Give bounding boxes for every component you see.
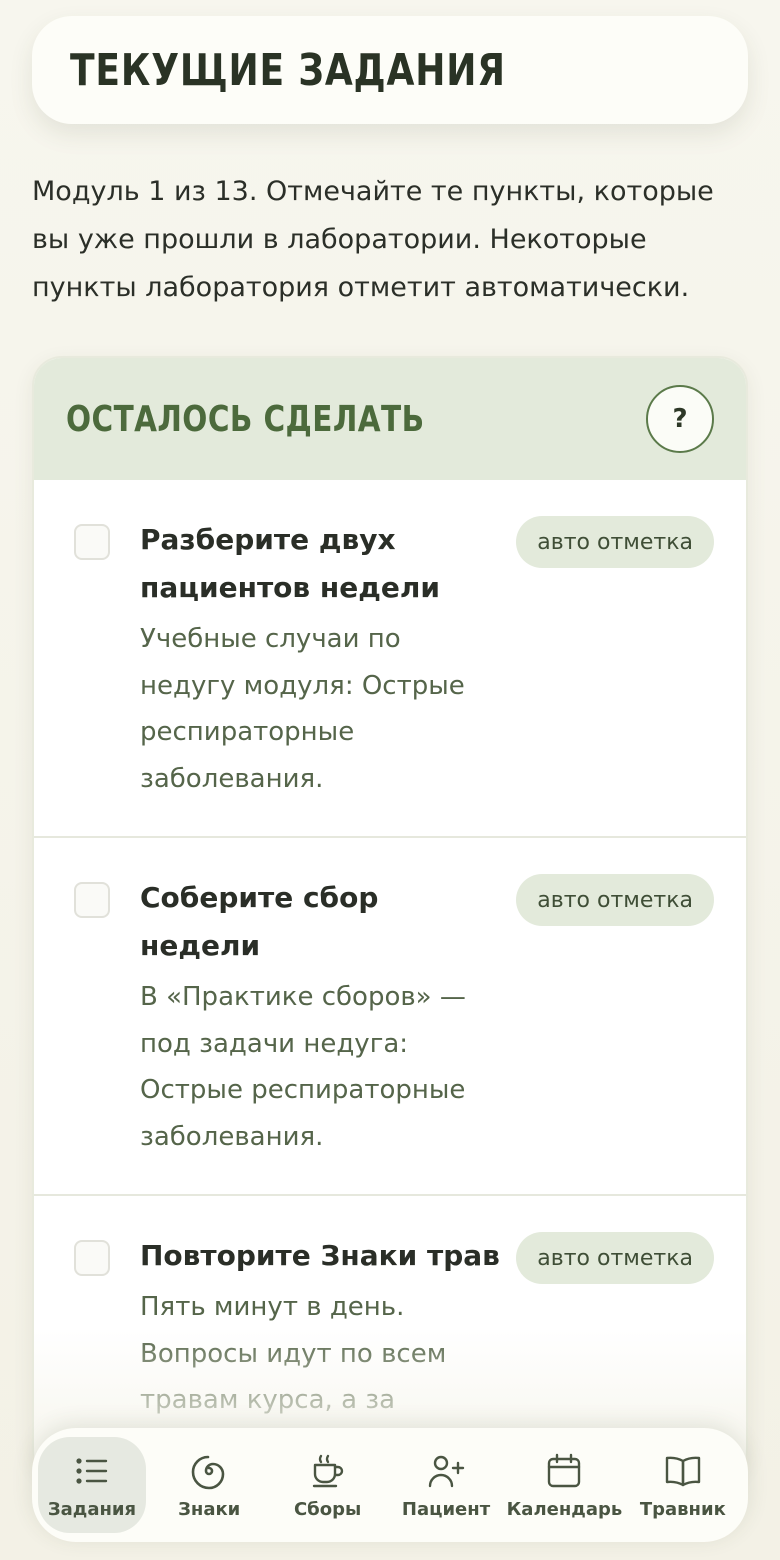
- task-checkbox[interactable]: [74, 524, 110, 560]
- nav-item-calendar[interactable]: Календарь: [505, 1437, 623, 1533]
- nav-item-patient[interactable]: Пациент: [387, 1437, 505, 1533]
- nav-item-herbalist[interactable]: Травник: [624, 1437, 742, 1533]
- nav-label: Знаки: [178, 1498, 241, 1520]
- calendar-icon: [548, 1453, 581, 1487]
- task-item: авто отметка Соберите сбор недели В «Пра…: [34, 838, 746, 1196]
- tasks-page: ТЕКУЩИЕ ЗАДАНИЯ Модуль 1 из 13. Отмечайт…: [0, 0, 780, 1560]
- header-card: ТЕКУЩИЕ ЗАДАНИЯ: [32, 16, 748, 124]
- nav-label: Задания: [47, 1498, 137, 1520]
- auto-mark-badge: авто отметка: [516, 1232, 714, 1284]
- user-plus-icon: [428, 1455, 465, 1487]
- task-description: В «Практике сборов» — под задачи недуга:…: [140, 982, 466, 1152]
- task-description: Учебные случаи по недугу модуля: Острые …: [140, 624, 465, 794]
- nav-label: Травник: [639, 1498, 726, 1520]
- auto-mark-badge: авто отметка: [516, 516, 714, 568]
- panel-title: ОСТАЛОСЬ СДЕЛАТЬ: [66, 398, 425, 440]
- tasks-panel: ОСТАЛОСЬ СДЕЛАТЬ ? авто отметка Разберит…: [32, 356, 748, 1476]
- nav-label: Пациент: [401, 1498, 491, 1520]
- auto-mark-badge: авто отметка: [516, 874, 714, 926]
- task-title: Соберите сбор недели: [140, 881, 379, 962]
- task-title: Повторите Знаки трав: [140, 1239, 500, 1272]
- list-icon: [76, 1457, 108, 1484]
- panel-header: ОСТАЛОСЬ СДЕЛАТЬ ?: [34, 358, 746, 480]
- bottom-nav: Задания Знаки Сборы Пациент Календарь Тр…: [32, 1428, 748, 1542]
- intro-text: Модуль 1 из 13. Отмечайте те пункты, кот…: [32, 176, 714, 303]
- page-title: ТЕКУЩИЕ ЗАДАНИЯ: [70, 44, 506, 96]
- nav-item-blends[interactable]: Сборы: [268, 1437, 386, 1533]
- task-checkbox[interactable]: [74, 1240, 110, 1276]
- nav-item-signs[interactable]: Знаки: [150, 1437, 268, 1533]
- book-icon: [665, 1456, 701, 1486]
- nav-item-tasks[interactable]: Задания: [38, 1437, 146, 1533]
- cup-icon: [312, 1454, 343, 1487]
- nav-label: Календарь: [506, 1498, 623, 1520]
- task-checkbox[interactable]: [74, 882, 110, 918]
- nav-label: Сборы: [293, 1498, 362, 1520]
- spiral-icon: [191, 1455, 225, 1489]
- help-button[interactable]: ?: [646, 385, 714, 453]
- task-title: Разберите двух пациентов недели: [140, 523, 440, 604]
- task-item: авто отметка Разберите двух пациентов не…: [34, 480, 746, 838]
